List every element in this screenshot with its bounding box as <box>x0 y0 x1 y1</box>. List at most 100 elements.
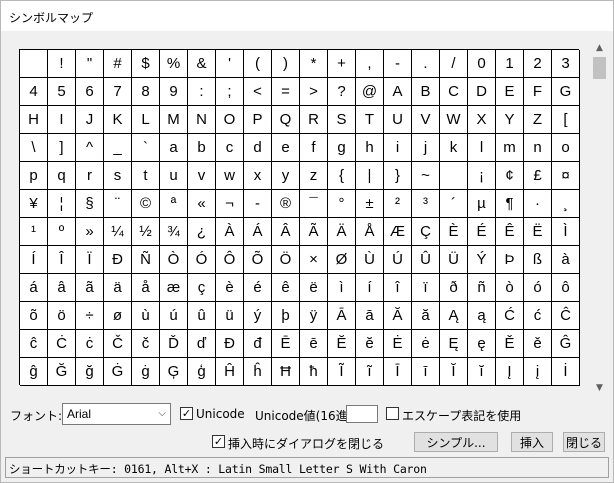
symbol-cell[interactable]: µ <box>468 190 496 218</box>
symbol-cell[interactable]: ¤ <box>552 162 580 190</box>
symbol-cell[interactable]: Ę <box>440 330 468 358</box>
symbol-cell[interactable]: í <box>356 274 384 302</box>
symbol-cell[interactable]: ê <box>272 274 300 302</box>
symbol-cell[interactable]: · <box>524 190 552 218</box>
symbol-cell[interactable]: ĕ <box>356 330 384 358</box>
symbol-cell[interactable]: Ù <box>356 246 384 274</box>
symbol-cell[interactable]: R <box>300 106 328 134</box>
symbol-cell[interactable]: Q <box>272 106 300 134</box>
symbol-cell[interactable]: Ĩ <box>328 358 356 386</box>
symbol-cell[interactable]: Ø <box>328 246 356 274</box>
symbol-cell[interactable]: 1 <box>496 50 524 78</box>
symbol-cell[interactable]: į <box>524 358 552 386</box>
symbol-grid[interactable]: ! " # $% & '() * +, -./0 1 2 3 4 5 6 7 8 9:; < = >? @ A B C D E F G H… <box>19 49 580 386</box>
symbol-cell[interactable]: ¯ <box>300 190 328 218</box>
symbol-cell[interactable]: ° <box>328 190 356 218</box>
symbol-cell[interactable]: ³ <box>412 190 440 218</box>
symbol-cell[interactable]: û <box>188 302 216 330</box>
symbol-cell[interactable]: ĥ <box>244 358 272 386</box>
symbol-cell[interactable]: ä <box>104 274 132 302</box>
scroll-down-icon[interactable]: ▼ <box>591 379 608 396</box>
symbol-cell[interactable]: ~ <box>412 162 440 190</box>
scrollbar-thumb[interactable] <box>593 57 606 79</box>
symbol-cell[interactable]: n <box>524 134 552 162</box>
symbol-cell[interactable]: L <box>132 106 160 134</box>
symbol-cell[interactable]: A <box>384 78 412 106</box>
symbol-cell[interactable]: z <box>300 162 328 190</box>
symbol-cell[interactable]: : <box>188 78 216 106</box>
symbol-cell[interactable]: F <box>524 78 552 106</box>
symbol-cell[interactable]: ¡ <box>468 162 496 190</box>
symbol-cell[interactable]: Ğ <box>48 358 76 386</box>
symbol-cell[interactable]: Ď <box>160 330 188 358</box>
symbol-cell[interactable]: Ñ <box>132 246 160 274</box>
symbol-cell[interactable]: t <box>132 162 160 190</box>
symbol-cell[interactable]: 0 <box>468 50 496 78</box>
symbol-cell[interactable]: Ċ <box>48 330 76 358</box>
symbol-cell[interactable]: . <box>412 50 440 78</box>
symbol-cell[interactable]: î <box>384 274 412 302</box>
symbol-cell[interactable]: 4 <box>20 78 48 106</box>
symbol-cell[interactable]: ® <box>272 190 300 218</box>
symbol-cell[interactable]: Ă <box>384 302 412 330</box>
symbol-cell[interactable]: i <box>384 134 412 162</box>
symbol-cell[interactable]: d <box>244 134 272 162</box>
symbol-cell[interactable]: è <box>216 274 244 302</box>
symbol-cell[interactable]: Ħ <box>272 358 300 386</box>
symbol-cell[interactable]: Ý <box>468 246 496 274</box>
symbol-cell[interactable]: ' <box>216 50 244 78</box>
symbol-cell[interactable]: ù <box>132 302 160 330</box>
symbol-cell[interactable]: ç <box>188 274 216 302</box>
close-on-insert-label[interactable]: 挿入時にダイアログを閉じる <box>228 435 384 452</box>
symbol-cell[interactable]: Ė <box>384 330 412 358</box>
symbol-cell[interactable]: f <box>300 134 328 162</box>
symbol-cell[interactable]: C <box>440 78 468 106</box>
symbol-cell[interactable]: Ą <box>440 302 468 330</box>
symbol-cell[interactable]: ć <box>524 302 552 330</box>
symbol-cell[interactable]: & <box>188 50 216 78</box>
symbol-cell[interactable]: Ì <box>552 218 580 246</box>
symbol-cell[interactable]: N <box>188 106 216 134</box>
symbol-cell[interactable]: Ģ <box>160 358 188 386</box>
symbol-cell[interactable]: l <box>468 134 496 162</box>
symbol-cell[interactable]: ¦ <box>48 190 76 218</box>
symbol-cell[interactable]: Õ <box>244 246 272 274</box>
symbol-cell[interactable]: E <box>496 78 524 106</box>
symbol-cell[interactable]: - <box>244 190 272 218</box>
symbol-cell[interactable]: º <box>48 218 76 246</box>
symbol-cell[interactable]: ğ <box>76 358 104 386</box>
symbol-cell[interactable]: Å <box>356 218 384 246</box>
symbol-cell[interactable]: ĭ <box>468 358 496 386</box>
symbol-cell[interactable]: Ē <box>272 330 300 358</box>
symbol-cell[interactable]: Ë <box>524 218 552 246</box>
escape-checkbox[interactable] <box>386 407 399 420</box>
symbol-cell[interactable]: X <box>468 106 496 134</box>
symbol-cell[interactable]: ¹ <box>20 218 48 246</box>
symbol-cell[interactable]: s <box>104 162 132 190</box>
symbol-cell[interactable]: ¢ <box>496 162 524 190</box>
symbol-cell[interactable]: Ä <box>328 218 356 246</box>
symbol-cell[interactable]: â <box>48 274 76 302</box>
symbol-cell[interactable]: Ĭ <box>440 358 468 386</box>
symbol-cell[interactable]: Ī <box>384 358 412 386</box>
symbol-cell[interactable]: ã <box>76 274 104 302</box>
symbol-cell[interactable]: Ã <box>300 218 328 246</box>
symbol-cell[interactable]: £ <box>524 162 552 190</box>
symbol-cell[interactable]: - <box>384 50 412 78</box>
symbol-cell[interactable]: [ <box>552 106 580 134</box>
symbol-cell[interactable]: ¸ <box>552 190 580 218</box>
symbol-cell[interactable]: " <box>76 50 104 78</box>
vertical-scrollbar[interactable]: ▲ ▼ <box>591 39 608 396</box>
symbol-cell[interactable]: o <box>552 134 580 162</box>
symbol-cell[interactable]: ĩ <box>356 358 384 386</box>
symbol-cell[interactable]: Z <box>524 106 552 134</box>
symbol-cell[interactable]: ^ <box>76 134 104 162</box>
symbol-cell[interactable]: j <box>412 134 440 162</box>
symbol-cell[interactable]: ½ <box>132 218 160 246</box>
symbol-cell[interactable]: ÿ <box>300 302 328 330</box>
simple-button[interactable]: シンプル... <box>414 432 498 452</box>
symbol-cell[interactable]: Ö <box>272 246 300 274</box>
symbol-cell[interactable]: Â <box>272 218 300 246</box>
symbol-cell[interactable]: @ <box>356 78 384 106</box>
symbol-cell[interactable]: ï <box>412 274 440 302</box>
